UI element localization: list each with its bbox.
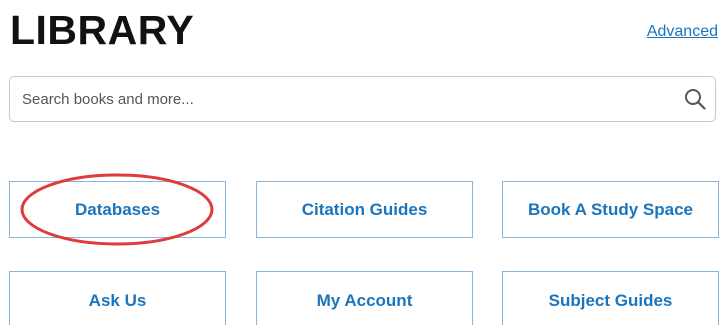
databases-button[interactable]: Databases [9, 181, 226, 238]
ask-us-button[interactable]: Ask Us [9, 271, 226, 325]
my-account-button[interactable]: My Account [256, 271, 473, 325]
search-bar [9, 76, 716, 122]
page-title: LIBRARY [10, 7, 195, 53]
advanced-search-link[interactable]: Advanced [647, 23, 718, 41]
search-button[interactable] [675, 77, 715, 121]
citation-guides-button[interactable]: Citation Guides [256, 181, 473, 238]
book-study-space-button[interactable]: Book A Study Space [502, 181, 719, 238]
library-page: LIBRARY Advanced Databases Citation Guid… [0, 0, 720, 325]
subject-guides-button[interactable]: Subject Guides [502, 271, 719, 325]
search-input[interactable] [10, 77, 675, 121]
search-icon [685, 89, 706, 110]
